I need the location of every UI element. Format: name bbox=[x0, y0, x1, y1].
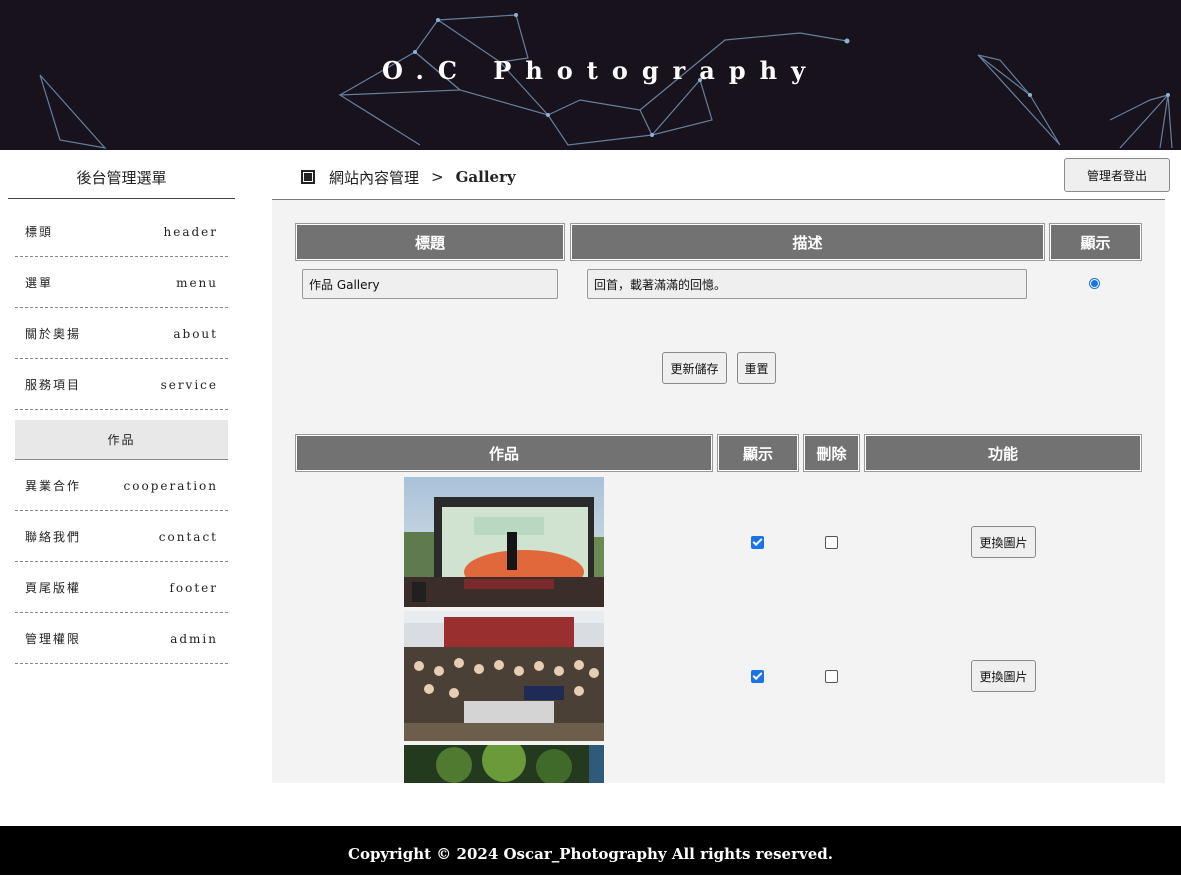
delete-checkbox[interactable] bbox=[825, 670, 838, 683]
sidebar-item-en-label: contact bbox=[158, 529, 218, 544]
delete-column-header: 刪除 bbox=[803, 434, 860, 472]
sidebar-item-service[interactable]: 服務項目 service bbox=[15, 360, 228, 410]
site-banner: O.C Photography bbox=[0, 0, 1181, 150]
gallery-image bbox=[404, 745, 604, 783]
title-column-header: 標題 bbox=[295, 223, 565, 261]
description-column-header: 描述 bbox=[570, 223, 1045, 261]
sidebar-item-en-label: service bbox=[160, 377, 218, 392]
content-panel: 標題 描述 顯示 更新儲存 重置 作品 顯示 刪除 功能 更換圖片 bbox=[272, 200, 1165, 783]
sidebar-item-label: 作品 bbox=[107, 433, 136, 447]
gallery-image bbox=[404, 477, 604, 607]
sidebar-menu: 標頭 header 選單 menu 關於奧揚 about 服務項目 service 作品… bbox=[15, 207, 228, 665]
sidebar-item-en-label: footer bbox=[169, 580, 218, 595]
sidebar-item-en-label: cooperation bbox=[123, 478, 218, 493]
sidebar-item-footer[interactable]: 頁尾版權 footer bbox=[15, 563, 228, 613]
sidebar-item-label: 關於奧揚 bbox=[25, 327, 82, 341]
sidebar-item-label: 異業合作 bbox=[25, 479, 82, 493]
function-column-header: 功能 bbox=[864, 434, 1142, 472]
breadcrumb-current: Gallery bbox=[455, 168, 516, 186]
sidebar-item-gallery[interactable]: 作品 bbox=[15, 420, 228, 460]
sidebar-item-header[interactable]: 標頭 header bbox=[15, 207, 228, 257]
replace-image-button[interactable]: 更換圖片 bbox=[971, 660, 1036, 692]
sidebar-item-label: 頁尾版權 bbox=[25, 581, 82, 595]
sidebar-item-label: 聯絡我們 bbox=[25, 530, 82, 544]
sidebar-item-cooperation[interactable]: 異業合作 cooperation bbox=[15, 461, 228, 511]
sidebar-item-admin[interactable]: 管理權限 admin bbox=[15, 614, 228, 664]
display-column-header: 顯示 bbox=[1049, 223, 1142, 261]
gallery-image bbox=[404, 611, 604, 741]
reset-button[interactable]: 重置 bbox=[737, 352, 776, 384]
replace-image-button[interactable]: 更換圖片 bbox=[971, 526, 1036, 558]
display-radio[interactable] bbox=[1089, 278, 1100, 289]
breadcrumb-section: 網站內容管理 bbox=[329, 168, 420, 187]
delete-checkbox[interactable] bbox=[825, 536, 838, 549]
square-icon bbox=[301, 170, 315, 184]
show-column-header: 顯示 bbox=[717, 434, 799, 472]
sidebar-item-label: 標頭 bbox=[25, 225, 54, 239]
sidebar-item-label: 服務項目 bbox=[25, 378, 82, 392]
sidebar-item-en-label: about bbox=[173, 326, 218, 341]
save-button[interactable]: 更新儲存 bbox=[662, 352, 727, 384]
gallery-title-input[interactable] bbox=[302, 269, 558, 299]
show-checkbox[interactable] bbox=[751, 670, 764, 683]
logout-button[interactable]: 管理者登出 bbox=[1064, 158, 1170, 192]
sidebar-item-en-label: header bbox=[163, 224, 218, 239]
admin-sidebar: 後台管理選單 標頭 header 選單 menu 關於奧揚 about 服務項目 ser… bbox=[8, 150, 235, 664]
sidebar-item-label: 選單 bbox=[25, 276, 54, 290]
breadcrumb-separator: > bbox=[431, 168, 444, 186]
sidebar-title: 後台管理選單 bbox=[8, 150, 235, 199]
sidebar-item-about[interactable]: 關於奧揚 about bbox=[15, 309, 228, 359]
footer-copyright: Copyright © 2024 Oscar_Photography All r… bbox=[0, 826, 1181, 875]
show-checkbox[interactable] bbox=[751, 536, 764, 549]
sidebar-item-contact[interactable]: 聯絡我們 contact bbox=[15, 512, 228, 562]
sidebar-item-en-label: menu bbox=[176, 275, 218, 290]
sidebar-item-menu[interactable]: 選單 menu bbox=[15, 258, 228, 308]
site-title: O.C Photography bbox=[381, 56, 820, 85]
artwork-column-header: 作品 bbox=[295, 434, 713, 472]
sidebar-item-en-label: admin bbox=[170, 631, 218, 646]
gallery-description-input[interactable] bbox=[587, 269, 1027, 299]
sidebar-item-label: 管理權限 bbox=[25, 632, 82, 646]
breadcrumb: 網站內容管理 > Gallery bbox=[301, 166, 516, 188]
